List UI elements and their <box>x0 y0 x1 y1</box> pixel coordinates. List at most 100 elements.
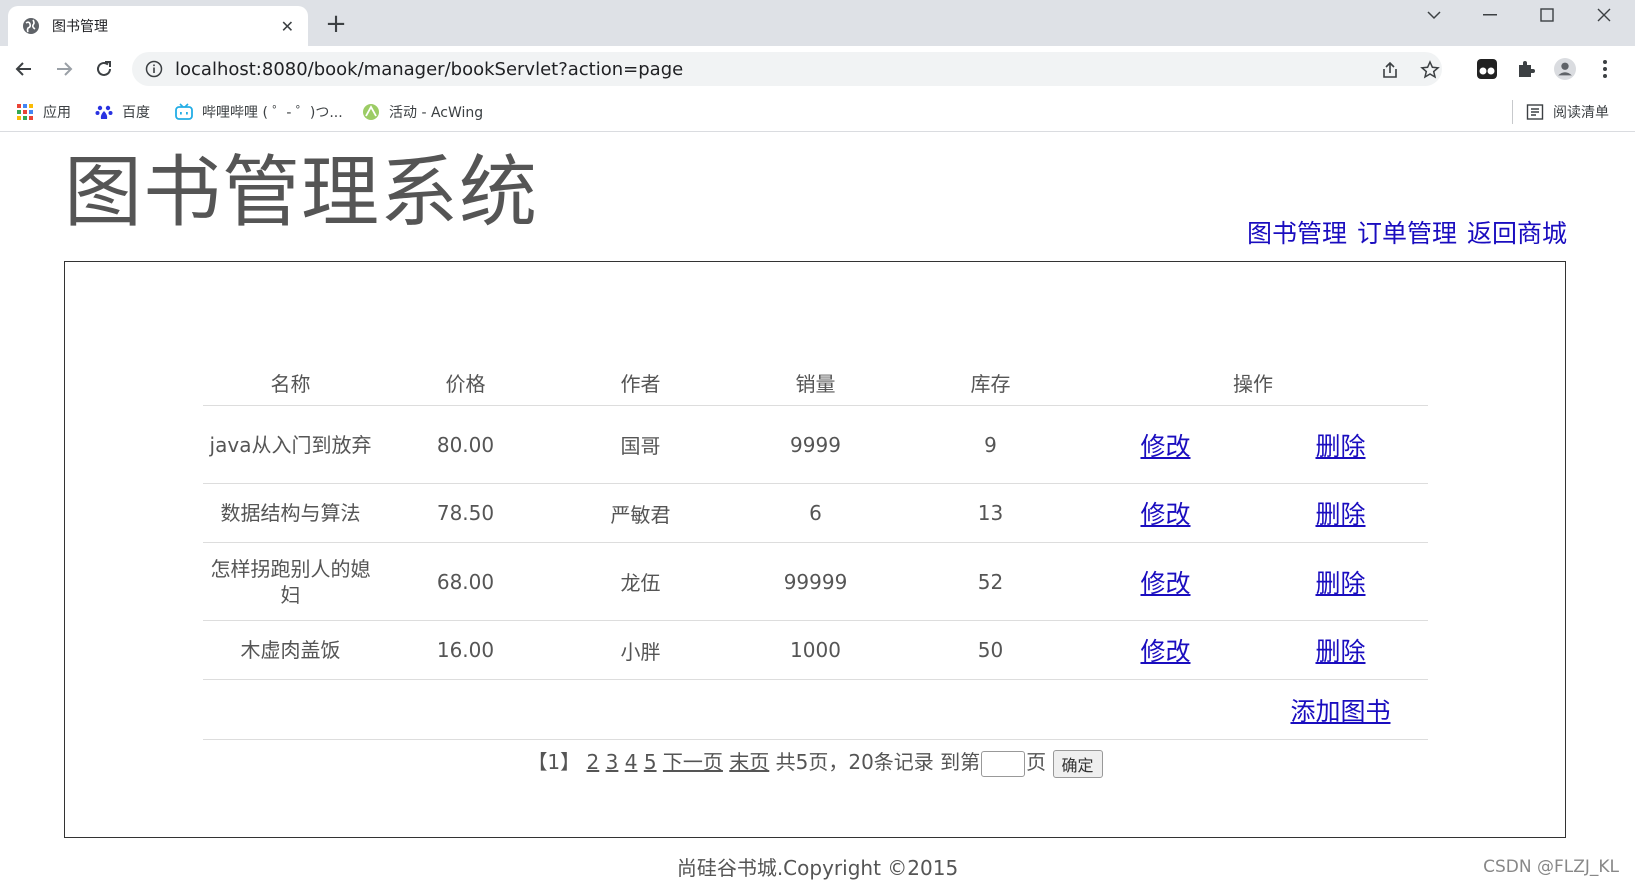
reading-list-button[interactable]: 阅读清单 <box>1526 101 1609 123</box>
reload-button[interactable] <box>90 55 118 83</box>
book-price: 68.00 <box>378 542 553 621</box>
apps-grid-icon <box>17 104 33 120</box>
tab-title: 图书管理 <box>52 19 108 35</box>
bookmark-label: 活动 - AcWing <box>389 105 484 121</box>
page-link-5[interactable]: 5 <box>644 750 657 774</box>
bookmark-acwing[interactable]: 活动 - AcWing <box>362 101 483 123</box>
tab-strip: 图书管理 ✕ + <box>0 0 1635 46</box>
share-icon[interactable] <box>1380 60 1400 80</box>
minimize-button[interactable] <box>1462 0 1518 30</box>
bookmark-label: 应用 <box>43 105 71 121</box>
reading-list-label: 阅读清单 <box>1553 105 1609 121</box>
close-icon <box>1597 8 1611 22</box>
acwing-icon <box>363 104 379 120</box>
page-link-3[interactable]: 3 <box>606 750 619 774</box>
new-tab-button[interactable]: + <box>322 10 350 38</box>
book-author: 小胖 <box>553 620 728 680</box>
book-price: 16.00 <box>378 620 553 680</box>
watermark: CSDN @FLZJ_KL <box>1483 857 1619 877</box>
pagination: 【1】 2 3 4 5 下一页 末页 共5页，20条记录 到第 页 确定 <box>65 746 1565 778</box>
extensions-button[interactable] <box>1515 58 1537 80</box>
main-panel: 名称 价格 作者 销量 库存 操作 java从入门到放弃 80.00 国哥 99… <box>64 261 1566 838</box>
more-vertical-icon <box>1603 60 1607 78</box>
tampermonkey-icon <box>1477 59 1497 79</box>
table-row: 木虚肉盖饭 16.00 小胖 1000 50 修改 删除 <box>203 620 1428 680</box>
edit-link[interactable]: 修改 <box>1140 569 1190 598</box>
book-author: 严敏君 <box>553 483 728 543</box>
page-link-4[interactable]: 4 <box>625 750 638 774</box>
book-name: 数据结构与算法 <box>203 483 378 543</box>
back-button[interactable] <box>10 55 38 83</box>
goto-prefix: 到第 <box>940 750 981 774</box>
column-header-actions: 操作 <box>1078 359 1428 406</box>
book-sales: 6 <box>728 483 903 543</box>
book-name: 怎样拐跑别人的媳妇 <box>203 542 378 621</box>
delete-link[interactable]: 删除 <box>1315 432 1365 461</box>
page-title: 图书管理系统 <box>64 148 539 238</box>
bookmark-label: 哔哩哔哩 ( ゜- ゜)つ... <box>202 105 343 121</box>
goto-page-input[interactable] <box>981 750 1026 777</box>
table-row: 怎样拐跑别人的媳妇 68.00 龙伍 99999 52 修改 删除 <box>203 542 1428 621</box>
nav-link-book-manage[interactable]: 图书管理 <box>1247 219 1347 248</box>
bookmarks-bar: 应用 百度 哔哩哔哩 ( ゜- ゜)つ... 活动 - AcWing 阅读清单 <box>0 92 1635 132</box>
arrow-left-icon <box>15 62 31 76</box>
add-book-link[interactable]: 添加图书 <box>1290 697 1390 726</box>
extension-tampermonkey-button[interactable] <box>1476 58 1498 80</box>
delete-link[interactable]: 删除 <box>1315 500 1365 529</box>
address-bar[interactable]: localhost:8080/book/manager/bookServlet?… <box>132 52 1442 86</box>
globe-icon <box>23 18 39 34</box>
bookmark-baidu[interactable]: 百度 <box>95 101 150 123</box>
delete-link[interactable]: 删除 <box>1315 637 1365 666</box>
minimize-icon <box>1483 14 1497 16</box>
close-tab-icon[interactable]: ✕ <box>281 17 294 36</box>
book-stock: 52 <box>903 542 1078 621</box>
column-header-price: 价格 <box>378 359 553 406</box>
edit-link[interactable]: 修改 <box>1140 637 1190 666</box>
column-header-stock: 库存 <box>903 359 1078 406</box>
book-price: 80.00 <box>378 405 553 484</box>
tab-search-button[interactable] <box>1406 0 1462 30</box>
star-icon[interactable] <box>1420 60 1440 80</box>
chevron-down-icon <box>1427 11 1441 20</box>
goto-suffix: 页 <box>1026 750 1047 774</box>
edit-link[interactable]: 修改 <box>1140 500 1190 529</box>
book-sales: 99999 <box>728 542 903 621</box>
add-book-cell: 添加图书 <box>1253 679 1428 740</box>
book-sales: 9999 <box>728 405 903 484</box>
page-link-2[interactable]: 2 <box>587 750 600 774</box>
edit-cell: 修改 <box>1078 620 1253 680</box>
maximize-button[interactable] <box>1519 0 1575 30</box>
column-header-name: 名称 <box>203 359 378 406</box>
last-page-link[interactable]: 末页 <box>729 750 769 774</box>
table-row: 数据结构与算法 78.50 严敏君 6 13 修改 删除 <box>203 483 1428 543</box>
baidu-paw-icon <box>95 105 113 119</box>
browser-tab[interactable]: 图书管理 ✕ <box>8 6 308 46</box>
book-author: 龙伍 <box>553 542 728 621</box>
book-name: 木虚肉盖饭 <box>203 620 378 680</box>
bookmark-bilibili[interactable]: 哔哩哔哩 ( ゜- ゜)つ... <box>175 101 343 123</box>
book-stock: 50 <box>903 620 1078 680</box>
nav-link-order-manage[interactable]: 订单管理 <box>1357 219 1457 248</box>
book-stock: 13 <box>903 483 1078 543</box>
bookmarks-divider <box>1512 100 1513 124</box>
close-window-button[interactable] <box>1576 0 1632 30</box>
book-name: java从入门到放弃 <box>203 405 378 484</box>
avatar-icon <box>1554 58 1576 80</box>
delete-link[interactable]: 删除 <box>1315 569 1365 598</box>
header-nav: 图书管理 订单管理 返回商城 <box>1245 214 1567 250</box>
menu-button[interactable] <box>1594 58 1616 80</box>
info-icon[interactable] <box>145 60 163 78</box>
url-text[interactable]: localhost:8080/book/manager/bookServlet?… <box>175 59 683 80</box>
footer-copyright: 尚硅谷书城.Copyright ©2015 <box>676 856 959 880</box>
bookmark-apps[interactable]: 应用 <box>16 101 71 123</box>
page-summary: 共5页，20条记录 <box>775 750 934 774</box>
next-page-link[interactable]: 下一页 <box>663 750 723 774</box>
confirm-button[interactable]: 确定 <box>1052 749 1103 778</box>
forward-button[interactable] <box>50 55 78 83</box>
delete-cell: 删除 <box>1253 620 1428 680</box>
current-page: 【1】 <box>527 750 581 774</box>
nav-link-return-shop[interactable]: 返回商城 <box>1467 219 1567 248</box>
edit-link[interactable]: 修改 <box>1140 432 1190 461</box>
arrow-right-icon <box>57 62 73 76</box>
profile-button[interactable] <box>1554 58 1576 80</box>
